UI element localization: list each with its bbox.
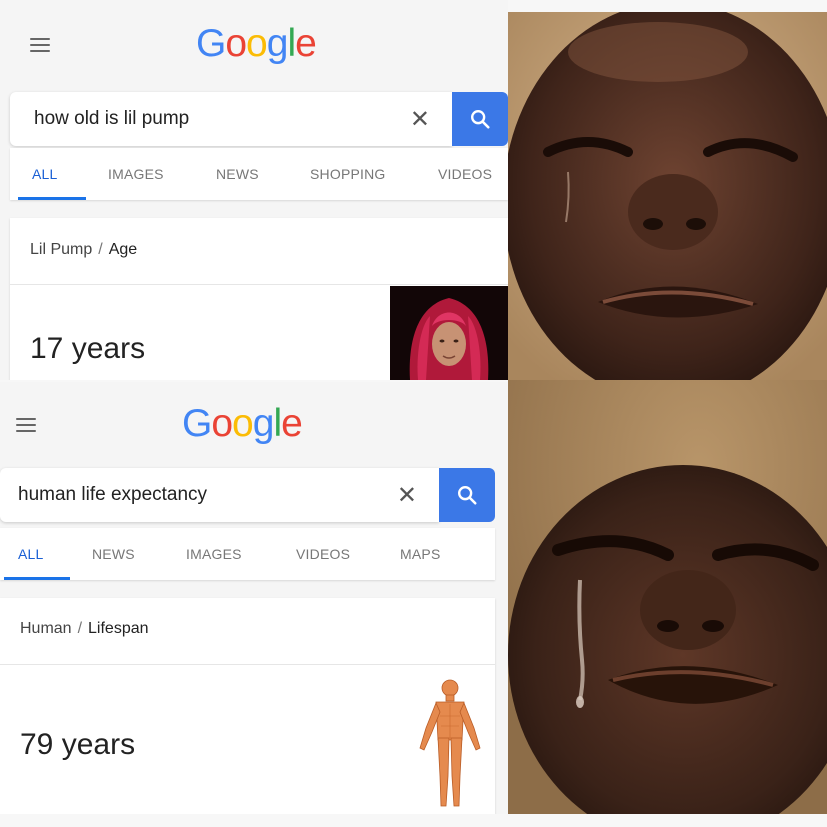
search-panel-bottom: Google human life expectancy ✕ ALL NEWS … bbox=[0, 382, 508, 814]
tab-news[interactable]: NEWS bbox=[92, 546, 135, 562]
breadcrumb-attribute: Lifespan bbox=[88, 620, 149, 637]
card-divider bbox=[0, 664, 495, 665]
tab-all[interactable]: ALL bbox=[18, 546, 44, 562]
google-logo: Google bbox=[182, 402, 303, 445]
search-panel-top: Google how old is lil pump ✕ ALL IMAGES … bbox=[0, 0, 508, 380]
entity-thumbnail[interactable] bbox=[390, 286, 508, 380]
crying-man-photo-bottom bbox=[508, 380, 827, 814]
answer-value: 17 years bbox=[30, 332, 146, 365]
tab-all[interactable]: ALL bbox=[32, 166, 58, 182]
answer-card: Lil Pump / Age 17 years bbox=[10, 218, 508, 380]
close-icon[interactable]: ✕ bbox=[410, 105, 430, 134]
tab-news[interactable]: NEWS bbox=[216, 166, 259, 182]
tab-maps[interactable]: MAPS bbox=[400, 546, 440, 562]
active-tab-indicator bbox=[18, 197, 86, 200]
google-logo: Google bbox=[196, 22, 317, 65]
hamburger-menu-icon[interactable] bbox=[16, 418, 36, 432]
breadcrumb-attribute: Age bbox=[108, 241, 138, 258]
hamburger-menu-icon[interactable] bbox=[30, 38, 50, 52]
breadcrumb-entity[interactable]: Lil Pump bbox=[30, 241, 92, 258]
search-icon bbox=[458, 486, 477, 505]
active-tab-indicator bbox=[4, 577, 70, 580]
breadcrumb-separator: / bbox=[98, 241, 103, 258]
close-icon[interactable]: ✕ bbox=[397, 481, 417, 510]
anatomy-figure-image[interactable] bbox=[412, 676, 488, 814]
breadcrumb-separator: / bbox=[77, 620, 83, 637]
tab-videos[interactable]: VIDEOS bbox=[438, 166, 492, 182]
search-query-text[interactable]: how old is lil pump bbox=[10, 108, 410, 130]
breadcrumb: Lil Pump / Age bbox=[30, 241, 137, 259]
crying-man-photo-top bbox=[508, 12, 827, 380]
tab-images[interactable]: IMAGES bbox=[108, 166, 164, 182]
breadcrumb-entity[interactable]: Human bbox=[20, 620, 72, 637]
search-button[interactable] bbox=[452, 92, 508, 146]
breadcrumb: Human / Lifespan bbox=[20, 620, 149, 638]
tab-shopping[interactable]: SHOPPING bbox=[310, 166, 386, 182]
search-tabs: ALL NEWS IMAGES VIDEOS MAPS bbox=[0, 528, 495, 580]
tab-videos[interactable]: VIDEOS bbox=[296, 546, 350, 562]
card-divider bbox=[10, 284, 508, 285]
answer-card: Human / Lifespan 79 years bbox=[0, 598, 495, 814]
search-input[interactable]: how old is lil pump ✕ bbox=[10, 92, 452, 146]
search-input[interactable]: human life expectancy ✕ bbox=[0, 468, 439, 522]
search-icon bbox=[471, 110, 490, 129]
search-button[interactable] bbox=[439, 468, 495, 522]
tab-images[interactable]: IMAGES bbox=[186, 546, 242, 562]
search-query-text[interactable]: human life expectancy bbox=[0, 484, 397, 506]
answer-value: 79 years bbox=[20, 728, 136, 761]
search-tabs: ALL IMAGES NEWS SHOPPING VIDEOS bbox=[10, 148, 508, 200]
